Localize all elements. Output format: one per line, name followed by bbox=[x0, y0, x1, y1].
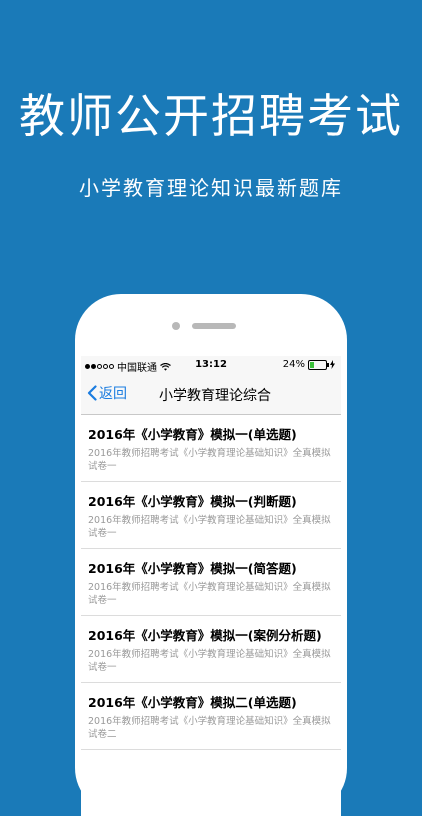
speaker-grille bbox=[192, 323, 236, 329]
camera-dot bbox=[172, 322, 180, 330]
item-title: 2016年《小学教育》模拟二(单选题) bbox=[88, 695, 297, 710]
battery-icon bbox=[308, 359, 329, 370]
charging-icon bbox=[330, 360, 335, 369]
exam-list: 2016年《小学教育》模拟一(单选题) 2016年教师招聘考试《小学教育理论基础… bbox=[81, 415, 341, 750]
item-subtitle: 2016年教师招聘考试《小学教育理论基础知识》全真模拟试卷一 bbox=[88, 582, 331, 606]
status-right: 24% bbox=[283, 359, 335, 370]
phone-frame: 中国联通 13:12 24% 返回 小学教育理论综合 2016年《小学教育》模拟… bbox=[75, 294, 347, 816]
item-title: 2016年《小学教育》模拟一(简答题) bbox=[88, 561, 297, 576]
promo-headline: 教师公开招聘考试 bbox=[19, 89, 403, 143]
item-subtitle: 2016年教师招聘考试《小学教育理论基础知识》全真模拟试卷一 bbox=[88, 649, 331, 673]
phone-screen: 中国联通 13:12 24% 返回 小学教育理论综合 2016年《小学教育》模拟… bbox=[81, 356, 341, 816]
item-title: 2016年《小学教育》模拟一(单选题) bbox=[88, 427, 297, 442]
list-item[interactable]: 2016年《小学教育》模拟一(判断题) 2016年教师招聘考试《小学教育理论基础… bbox=[81, 482, 341, 549]
item-subtitle: 2016年教师招聘考试《小学教育理论基础知识》全真模拟试卷一 bbox=[88, 515, 331, 539]
list-item[interactable]: 2016年《小学教育》模拟一(案例分析题) 2016年教师招聘考试《小学教育理论… bbox=[81, 616, 341, 683]
promo-subheadline: 小学教育理论知识最新题库 bbox=[79, 176, 343, 200]
page-title: 小学教育理论综合 bbox=[159, 388, 271, 404]
list-item[interactable]: 2016年《小学教育》模拟一(简答题) 2016年教师招聘考试《小学教育理论基础… bbox=[81, 549, 341, 616]
navigation-bar: 返回 小学教育理论综合 bbox=[81, 374, 341, 415]
battery-percent: 24% bbox=[282, 359, 305, 370]
list-item[interactable]: 2016年《小学教育》模拟一(单选题) 2016年教师招聘考试《小学教育理论基础… bbox=[81, 415, 341, 482]
status-bar: 中国联通 13:12 24% bbox=[81, 356, 341, 374]
item-title: 2016年《小学教育》模拟一(判断题) bbox=[88, 494, 297, 509]
list-item[interactable]: 2016年《小学教育》模拟二(单选题) 2016年教师招聘考试《小学教育理论基础… bbox=[81, 683, 341, 750]
item-title: 2016年《小学教育》模拟一(案例分析题) bbox=[88, 628, 322, 643]
item-subtitle: 2016年教师招聘考试《小学教育理论基础知识》全真模拟试卷一 bbox=[88, 448, 331, 472]
item-subtitle: 2016年教师招聘考试《小学教育理论基础知识》全真模拟试卷二 bbox=[88, 716, 331, 740]
